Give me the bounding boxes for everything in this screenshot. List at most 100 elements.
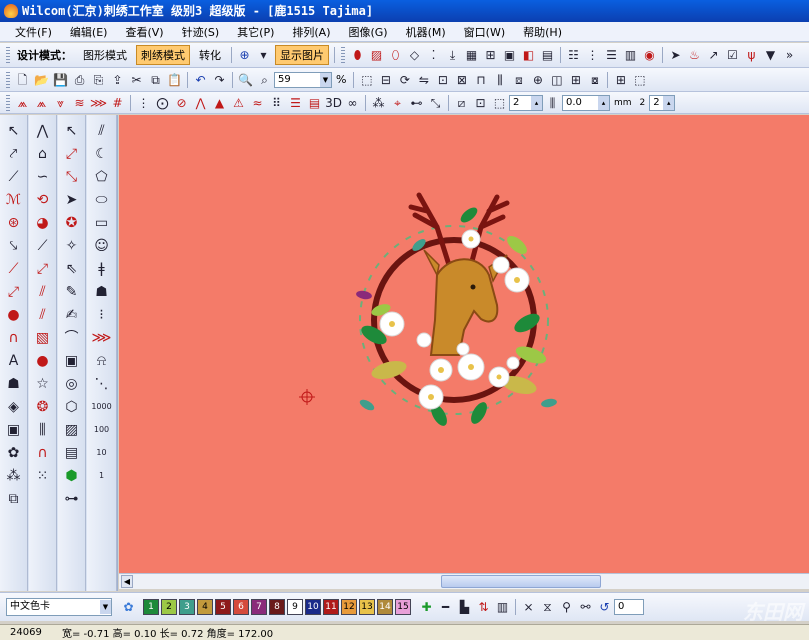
wave-fill-icon[interactable]: ≈ [249, 94, 266, 111]
star-icon[interactable]: ☆ [32, 373, 54, 394]
layer-icon[interactable]: ⧇ [586, 71, 603, 88]
select-box-icon[interactable]: ⬚ [358, 71, 375, 88]
redo-icon[interactable]: ↷ [211, 71, 228, 88]
pen-icon[interactable]: ✎ [61, 281, 83, 302]
menu-view[interactable]: 查看(V) [116, 24, 172, 40]
arc-icon[interactable]: ∩ [32, 442, 54, 463]
rotate-value-field[interactable]: 0 [614, 599, 644, 615]
appliqué-icon[interactable]: ▣ [3, 419, 25, 440]
photo-icon[interactable]: ▨ [61, 419, 83, 440]
stitch-value-a[interactable]: 2 ▴ [509, 94, 543, 111]
pattern-icon[interactable]: ⁙ [32, 465, 54, 486]
color-swatch[interactable]: 5 [215, 599, 231, 615]
ungroup-icon[interactable]: ⊠ [453, 71, 470, 88]
line-b-icon[interactable]: ⤢ [32, 258, 54, 279]
grid-layout-icon[interactable]: ⊞ [482, 47, 499, 64]
cross-stitch-icon[interactable]: # [109, 94, 126, 111]
green-hexagon-icon[interactable]: ⬢ [61, 465, 83, 486]
mirror-x-icon[interactable]: ⨯ [520, 599, 537, 616]
parallel-lines-icon[interactable]: ⫽ [91, 120, 113, 141]
spacing-100-icon[interactable]: 100 [91, 419, 113, 440]
list-icon[interactable]: ☷ [565, 47, 582, 64]
convert-button[interactable]: 转化 [194, 45, 226, 65]
sequence-icon[interactable]: ⋮ [584, 47, 601, 64]
record-icon[interactable]: ◉ [641, 47, 658, 64]
3d-icon[interactable]: 3D [325, 94, 342, 111]
fire-icon[interactable]: ♨ [686, 47, 703, 64]
horizontal-scrollbar[interactable]: ◀ [119, 573, 809, 589]
cursor-move-icon[interactable]: ⇖ [61, 258, 83, 279]
step-fill-icon[interactable]: ▤ [306, 94, 323, 111]
stipple-icon[interactable]: ⠿ [268, 94, 285, 111]
effect-icon[interactable]: ⁂ [370, 94, 387, 111]
rotate-icon[interactable]: ⟳ [396, 71, 413, 88]
mirror-icon[interactable]: ⇋ [415, 71, 432, 88]
spacing-1000-icon[interactable]: 1000 [91, 396, 113, 417]
new-file-icon[interactable]: 🗋 [14, 71, 31, 88]
needle-icon[interactable]: ⤓ [444, 47, 461, 64]
menu-window[interactable]: 窗口(W) [455, 24, 514, 40]
image-edit-icon[interactable]: ▤ [539, 47, 556, 64]
stitch-value-c[interactable]: 2 ▴ [649, 94, 676, 111]
frame-tool-icon[interactable]: ▣ [61, 350, 83, 371]
zigzag-icon[interactable]: ⋙ [91, 327, 113, 348]
color-chart-icon[interactable]: ▙ [456, 599, 473, 616]
arch-text-icon[interactable]: ⌒ [61, 327, 83, 348]
color-swatch[interactable]: 13 [359, 599, 375, 615]
menu-edit[interactable]: 编辑(E) [61, 24, 117, 40]
lettering-icon[interactable]: A [3, 350, 25, 371]
checkbox-icon[interactable]: ☑ [724, 47, 741, 64]
rectangle-icon[interactable]: ▭ [91, 212, 113, 233]
scroll-left-icon[interactable]: ◀ [121, 575, 133, 588]
satin-shape-icon[interactable]: ⬯ [387, 47, 404, 64]
color-sort-icon[interactable]: ⇅ [475, 599, 492, 616]
color-swatch[interactable]: 11 [323, 599, 339, 615]
arrow-tool-icon[interactable]: ➤ [61, 189, 83, 210]
triangle-icon[interactable]: ▼ [762, 47, 779, 64]
rotate-tool-icon[interactable]: ⚯ [577, 599, 594, 616]
stitch-value-b[interactable]: 0.0 ▴ [562, 94, 610, 111]
brush-icon[interactable]: ✍ [61, 304, 83, 325]
stamp-icon[interactable]: ✪ [61, 212, 83, 233]
color-swatch[interactable]: 12 [341, 599, 357, 615]
pattern-fill-icon[interactable]: ⋮ [135, 94, 152, 111]
cut-icon[interactable]: ✂ [128, 71, 145, 88]
undo-icon[interactable]: ↶ [192, 71, 209, 88]
graphic-mode-button[interactable]: 图形模式 [78, 45, 132, 65]
tatami-stitch-icon[interactable]: ⩔ [52, 94, 69, 111]
print-preview-icon[interactable]: ⎘ [90, 71, 107, 88]
menu-arrange[interactable]: 排列(A) [283, 24, 339, 40]
jagged-edge-icon[interactable]: ⋀ [192, 94, 209, 111]
column-a-icon[interactable]: ⟋ [3, 258, 25, 279]
pointer-icon[interactable]: ↗ [705, 47, 722, 64]
target-icon[interactable]: ⌖ [389, 94, 406, 111]
motif-run-icon[interactable]: ⨀ [154, 94, 171, 111]
menu-file[interactable]: 文件(F) [6, 24, 61, 40]
spacing-10-icon[interactable]: 10 [91, 442, 113, 463]
mirror-y-icon[interactable]: ⧖ [539, 599, 556, 616]
rotate-left-icon[interactable]: ↺ [596, 599, 613, 616]
align-icon[interactable]: ⊟ [377, 71, 394, 88]
center-icon[interactable]: ⊕ [529, 71, 546, 88]
knife-icon[interactable]: ⟋ [3, 166, 25, 187]
reshape-tool-icon[interactable]: ⤤ [3, 143, 25, 164]
path-a-icon[interactable]: ⤢ [61, 143, 83, 164]
toolbar-extra-icon[interactable]: ⊞ [612, 71, 629, 88]
design-canvas[interactable] [119, 115, 809, 573]
color-swatch[interactable]: 4 [197, 599, 213, 615]
scale-icon[interactable]: ⊡ [472, 94, 489, 111]
color-swatch[interactable]: 15 [395, 599, 411, 615]
open-file-icon[interactable]: 📂 [33, 71, 50, 88]
gradient-fill-icon[interactable]: ⚠ [230, 94, 247, 111]
arrange-icon[interactable]: ⧈ [510, 71, 527, 88]
remove-color-icon[interactable]: ━ [437, 599, 454, 616]
dropdown-arrow-icon[interactable]: ▾ [255, 47, 272, 64]
bike-icon[interactable]: ⚲ [558, 599, 575, 616]
robot-icon[interactable]: ☗ [91, 281, 113, 302]
ellipse-icon[interactable]: ⬭ [91, 189, 113, 210]
palette-select[interactable]: 中文色卡 ▼ [6, 598, 112, 616]
cursor-star-icon[interactable]: ✧ [61, 235, 83, 256]
slash-a-icon[interactable]: ⫽ [32, 281, 54, 302]
diamond-icon[interactable]: ◈ [3, 396, 25, 417]
measure-icon[interactable]: ⊷ [408, 94, 425, 111]
